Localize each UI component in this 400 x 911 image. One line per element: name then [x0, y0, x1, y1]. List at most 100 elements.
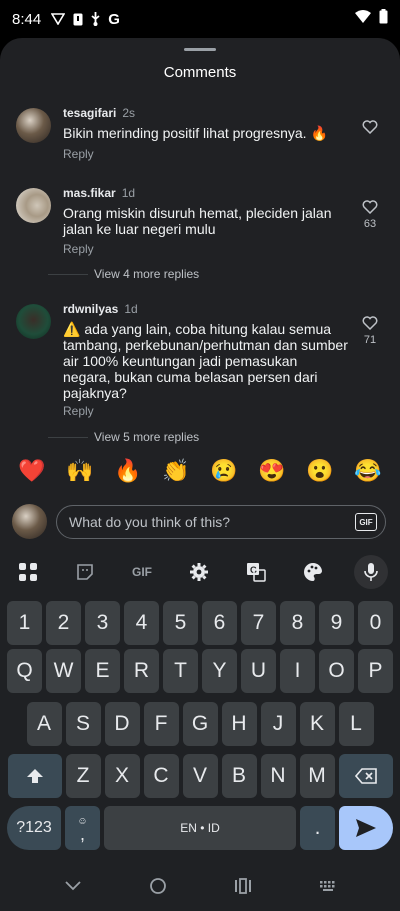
key-y[interactable]: Y [202, 649, 237, 693]
microphone-button[interactable] [354, 555, 388, 589]
key-q[interactable]: Q [7, 649, 42, 693]
google-icon: G [108, 10, 120, 28]
like-button[interactable] [358, 120, 382, 134]
like-button[interactable]: 63 [358, 200, 382, 230]
key-d[interactable]: D [104, 702, 140, 746]
send-key[interactable] [339, 806, 393, 850]
key-l[interactable]: L [338, 702, 374, 746]
comment-username[interactable]: tesagifari 2s [63, 106, 135, 120]
avatar[interactable] [16, 188, 51, 223]
key-p[interactable]: P [358, 649, 393, 693]
avatar[interactable] [16, 108, 51, 143]
comment-input[interactable]: What do you think of this? GIF [56, 505, 386, 539]
emoji-raising-hands[interactable]: 🙌 [62, 458, 98, 484]
apps-grid-icon[interactable] [12, 556, 44, 588]
emoji-comma-key[interactable]: ☺ , [65, 806, 100, 850]
comment-username[interactable]: mas.fikar 1d [63, 186, 135, 200]
comment-username[interactable]: rdwnilyas 1d [63, 302, 138, 316]
key-m[interactable]: M [299, 754, 335, 798]
emoji-crying[interactable]: 😢 [206, 458, 242, 484]
key-s[interactable]: S [65, 702, 101, 746]
emoji-fire[interactable]: 🔥 [110, 458, 146, 484]
key-3[interactable]: 3 [85, 601, 120, 645]
navigation-bar [0, 861, 400, 911]
keyboard-number-row: 1 2 3 4 5 6 7 8 9 0 [0, 601, 400, 645]
settings-gear-icon[interactable] [183, 556, 215, 588]
emoji-laughing[interactable]: 😂 [350, 458, 386, 484]
key-w[interactable]: W [46, 649, 81, 693]
key-v[interactable]: V [182, 754, 218, 798]
emoji-surprised[interactable]: 😮 [302, 458, 338, 484]
reply-button[interactable]: Reply [63, 242, 94, 256]
usb-icon [91, 12, 100, 26]
comma-label: , [79, 823, 85, 844]
key-2[interactable]: 2 [46, 601, 81, 645]
translate-icon[interactable]: G [240, 556, 272, 588]
key-e[interactable]: E [85, 649, 120, 693]
space-bar[interactable]: EN • ID [104, 806, 296, 850]
key-0[interactable]: 0 [358, 601, 393, 645]
microphone-icon [364, 563, 378, 581]
key-i[interactable]: I [280, 649, 315, 693]
recents-icon[interactable] [223, 871, 263, 901]
view-more-replies[interactable]: View 5 more replies [94, 430, 199, 444]
key-c[interactable]: C [143, 754, 179, 798]
sheet-title: Comments [163, 64, 237, 81]
keyboard-switcher-icon[interactable] [308, 871, 348, 901]
gif-keyboard-button[interactable]: GIF [126, 556, 158, 588]
comments-sheet: Comments tesagifari 2s Bikin merinding po… [0, 38, 400, 550]
key-r[interactable]: R [124, 649, 159, 693]
home-circle-icon[interactable] [138, 871, 178, 901]
back-chevron-icon[interactable] [53, 871, 93, 901]
key-x[interactable]: X [104, 754, 140, 798]
key-o[interactable]: O [319, 649, 354, 693]
emoji-clapping[interactable]: 👏 [158, 458, 194, 484]
key-8[interactable]: 8 [280, 601, 315, 645]
avatar[interactable] [16, 304, 51, 339]
backspace-icon [354, 768, 377, 784]
key-5[interactable]: 5 [163, 601, 198, 645]
gif-button[interactable]: GIF [355, 513, 377, 531]
key-7[interactable]: 7 [241, 601, 276, 645]
key-1[interactable]: 1 [7, 601, 42, 645]
key-b[interactable]: B [221, 754, 257, 798]
notification-icon [73, 13, 83, 26]
status-bar: 8:44 G [0, 0, 400, 38]
key-f[interactable]: F [143, 702, 179, 746]
comment-text: Orang miskin disuruh hemat, pleciden jal… [63, 205, 332, 237]
view-more-replies[interactable]: View 4 more replies [94, 267, 199, 281]
palette-icon[interactable] [297, 556, 329, 588]
key-u[interactable]: U [241, 649, 276, 693]
like-count: 71 [363, 334, 377, 346]
key-h[interactable]: H [221, 702, 257, 746]
key-g[interactable]: G [182, 702, 218, 746]
reply-button[interactable]: Reply [63, 147, 94, 161]
replies-divider [48, 437, 88, 438]
key-4[interactable]: 4 [124, 601, 159, 645]
key-a[interactable]: A [26, 702, 62, 746]
keyboard-bottom-row: ?123 ☺ , EN • ID . [0, 806, 400, 850]
key-k[interactable]: K [299, 702, 335, 746]
key-6[interactable]: 6 [202, 601, 237, 645]
like-button[interactable]: 71 [358, 316, 382, 346]
send-icon [356, 819, 376, 837]
backspace-key[interactable] [338, 754, 393, 798]
heart-icon [362, 316, 378, 330]
key-9[interactable]: 9 [319, 601, 354, 645]
key-j[interactable]: J [260, 702, 296, 746]
emoji-heart[interactable]: ❤️ [14, 458, 50, 484]
emoji-reaction-bar: ❤️ 🙌 🔥 👏 😢 😍 😮 😂 [0, 458, 400, 484]
comment-input-placeholder: What do you think of this? [69, 514, 231, 530]
shift-key[interactable] [7, 754, 62, 798]
key-n[interactable]: N [260, 754, 296, 798]
keyboard-row-1: Q W E R T Y U I O P [0, 649, 400, 693]
keyboard-row-3: Z X C V B N M [0, 754, 400, 798]
period-key[interactable]: . [300, 806, 335, 850]
symbols-key[interactable]: ?123 [7, 806, 61, 850]
emoji-heart-eyes[interactable]: 😍 [254, 458, 290, 484]
reply-button[interactable]: Reply [63, 404, 94, 418]
key-t[interactable]: T [163, 649, 198, 693]
sticker-icon[interactable] [69, 556, 101, 588]
drag-handle[interactable] [184, 48, 216, 51]
key-z[interactable]: Z [65, 754, 101, 798]
